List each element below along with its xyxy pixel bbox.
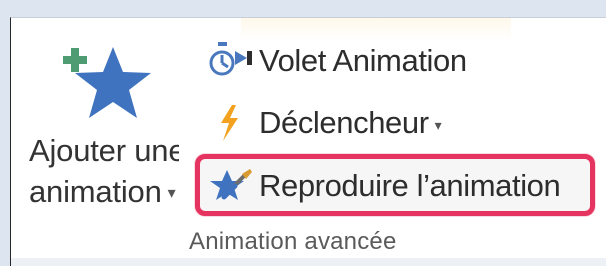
add-animation-label-text: animation	[29, 174, 162, 209]
group-label: Animation avancée	[189, 228, 397, 255]
animation-painter-label: Reproduire l’animation	[259, 168, 561, 203]
animation-pane-label: Volet Animation	[259, 43, 467, 78]
star-paintbrush-icon	[207, 166, 255, 206]
ribbon-group-advanced-animation: Ajouter une animation ▾ Volet Animation	[10, 17, 606, 266]
add-animation-label-line1: Ajouter une	[29, 133, 179, 168]
star-plus-icon	[63, 36, 155, 128]
lightning-icon	[207, 103, 255, 143]
trigger-button[interactable]: Déclencheur ▾	[207, 100, 442, 146]
add-animation-dropdown-arrow[interactable]: ▾	[168, 185, 176, 202]
animation-pane-button[interactable]: Volet Animation	[207, 38, 467, 84]
animation-painter-button[interactable]: Reproduire l’animation	[207, 163, 561, 209]
trigger-label: Déclencheur	[259, 105, 429, 140]
add-animation-label: Ajouter une animation ▾	[29, 130, 189, 214]
ribbon-top-glow	[241, 18, 511, 40]
trigger-dropdown-arrow[interactable]: ▾	[435, 117, 442, 134]
stopwatch-panel-icon	[207, 41, 255, 81]
add-animation-button[interactable]: Ajouter une animation ▾	[11, 18, 185, 223]
add-animation-label-line2: animation ▾	[29, 171, 189, 214]
ribbon-bottom-divider	[11, 258, 606, 266]
powerpoint-ribbon-frame: Ajouter une animation ▾ Volet Animation	[0, 0, 606, 266]
